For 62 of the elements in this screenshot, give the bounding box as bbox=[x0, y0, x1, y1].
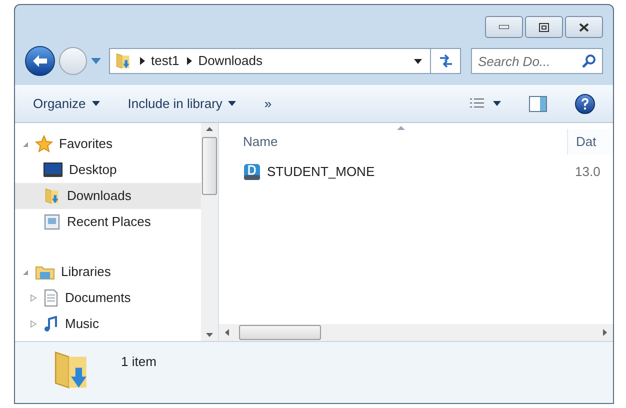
sidebar-item[interactable]: Libraries bbox=[15, 259, 201, 285]
back-button[interactable] bbox=[25, 46, 55, 76]
column-header[interactable]: Dat bbox=[567, 129, 613, 155]
date-cell-text: 13.0 bbox=[574, 163, 600, 182]
file-row[interactable]: STUDENT_MONE 13.0 bbox=[219, 159, 613, 185]
column-header[interactable]: Name bbox=[219, 129, 567, 155]
close-icon bbox=[579, 22, 589, 32]
sidebar-item[interactable]: Music bbox=[15, 311, 201, 337]
question-mark-icon bbox=[581, 98, 589, 110]
scroll-down-icon[interactable] bbox=[206, 333, 213, 337]
caret-icon bbox=[493, 101, 501, 106]
maximize-icon bbox=[539, 22, 549, 32]
expanded-arrow-icon[interactable] bbox=[22, 140, 28, 148]
details-view-icon bbox=[469, 96, 485, 110]
preview-pane-button[interactable] bbox=[529, 96, 547, 112]
more-button[interactable]: » bbox=[264, 94, 272, 114]
star-icon bbox=[35, 135, 53, 153]
refresh-arrows-icon bbox=[438, 54, 454, 68]
scrollbar-thumb[interactable] bbox=[202, 137, 217, 195]
views-button[interactable] bbox=[469, 96, 501, 110]
breadcrumb-arrow-icon[interactable] bbox=[140, 57, 145, 65]
sidebar-item[interactable]: Desktop bbox=[15, 157, 201, 183]
downloads-folder-icon bbox=[43, 187, 61, 205]
app-file-icon bbox=[243, 163, 261, 181]
downloads-folder-icon bbox=[114, 52, 132, 70]
document-icon bbox=[43, 289, 59, 307]
back-arrow-icon bbox=[32, 54, 48, 68]
sidebar-item[interactable]: Documents bbox=[15, 285, 201, 311]
maximize-button[interactable] bbox=[525, 16, 563, 38]
item-count: 1 item bbox=[121, 353, 156, 371]
breadcrumb-arrow-icon[interactable] bbox=[187, 57, 192, 65]
menu-button[interactable]: Organize bbox=[33, 94, 100, 114]
help-button[interactable] bbox=[575, 94, 595, 114]
search-icon[interactable] bbox=[582, 54, 596, 68]
address-dropdown-icon[interactable] bbox=[414, 58, 422, 64]
close-button[interactable] bbox=[565, 16, 603, 38]
horizontal-scrollbar[interactable] bbox=[219, 324, 613, 341]
library-folder-icon bbox=[35, 264, 55, 280]
vertical-scrollbar[interactable] bbox=[201, 123, 218, 341]
sort-up-icon bbox=[397, 126, 405, 130]
address-bar[interactable]: test1 Downloads bbox=[109, 48, 461, 74]
breadcrumb-link[interactable]: test1 bbox=[151, 51, 180, 71]
desktop-icon bbox=[43, 162, 63, 178]
caret-icon bbox=[228, 101, 236, 106]
sidebar-item[interactable]: Recent Places bbox=[15, 209, 201, 235]
search-field[interactable]: Search Do... bbox=[471, 48, 603, 74]
caret-icon bbox=[92, 101, 100, 106]
minimize-icon bbox=[499, 25, 509, 29]
music-note-icon bbox=[43, 316, 59, 332]
scroll-up-icon[interactable] bbox=[206, 127, 213, 131]
scrollbar-thumb[interactable] bbox=[239, 325, 321, 340]
expanded-arrow-icon[interactable] bbox=[22, 268, 28, 276]
recent-pages-caret-icon[interactable] bbox=[91, 58, 101, 64]
scroll-right-icon[interactable] bbox=[603, 329, 607, 336]
breadcrumb-link[interactable]: Downloads bbox=[198, 51, 263, 71]
preview-pane-icon bbox=[529, 96, 547, 112]
sidebar-item[interactable]: Downloads bbox=[15, 183, 201, 209]
scroll-left-icon[interactable] bbox=[225, 329, 229, 336]
sidebar-item[interactable]: Favorites bbox=[15, 131, 201, 157]
file-name: STUDENT_MONE bbox=[267, 163, 375, 182]
recent-places-icon bbox=[43, 213, 61, 231]
menu-button[interactable]: Include in library bbox=[128, 94, 236, 114]
